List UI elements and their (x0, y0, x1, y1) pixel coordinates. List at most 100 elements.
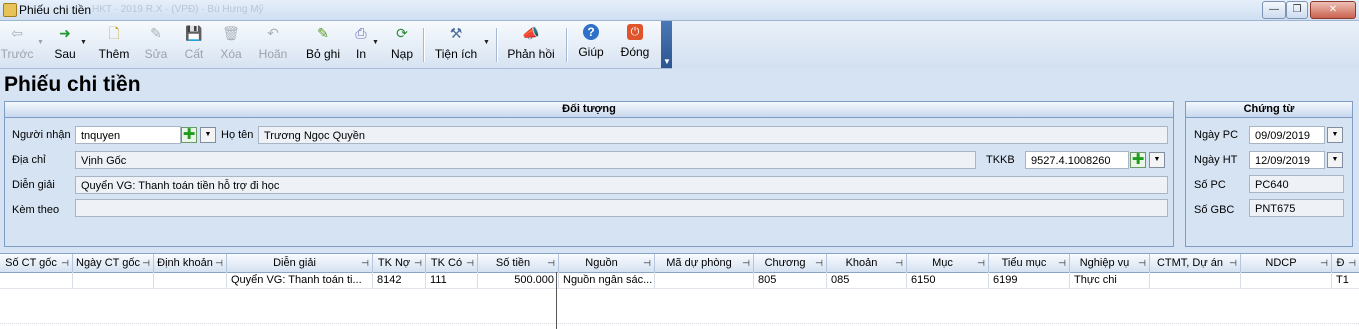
pin-icon[interactable]: ⊣ (1138, 254, 1146, 272)
pin-icon[interactable]: ⊣ (742, 254, 750, 272)
arrow-left-icon: ⇦ (11, 25, 23, 41)
grid-splitter[interactable] (556, 272, 557, 329)
table-cell[interactable] (154, 272, 227, 289)
ngay-pc-dropdown-button[interactable]: ▼ (1327, 127, 1343, 143)
so-gbc-field[interactable]: PNT675 (1249, 199, 1344, 217)
table-cell[interactable]: 085 (827, 272, 907, 289)
column-header[interactable]: TK Có ⊣ (426, 254, 478, 272)
column-header[interactable]: Nghiệp vụ ⊣ (1070, 254, 1150, 272)
table-cell[interactable]: Quyển VG: Thanh toán ti... (227, 272, 373, 289)
help-button[interactable]: ? Giúp (578, 24, 604, 66)
table-cell[interactable]: Thực chi (1070, 272, 1150, 289)
print-dropdown-arrow[interactable]: ▼ (372, 39, 379, 46)
next-dropdown-arrow[interactable]: ▼ (80, 39, 87, 46)
ngay-pc-field[interactable]: 09/09/2019 (1249, 126, 1325, 144)
column-header[interactable]: Nguồn ⊣ (559, 254, 655, 272)
arrow-right-icon: ➜ (59, 25, 71, 41)
add-button[interactable]: 🗋 Thêm (97, 24, 131, 66)
pin-icon[interactable]: ⊣ (1229, 254, 1237, 272)
maximize-button[interactable]: ❐ (1286, 1, 1308, 19)
chung-tu-group: Chứng từ Ngày PC 09/09/2019 ▼ Ngày HT 12… (1185, 101, 1353, 247)
table-cell[interactable]: Nguồn ngân sác... (559, 272, 655, 289)
table-cell[interactable] (655, 272, 754, 289)
pin-icon[interactable]: ⊣ (1058, 254, 1066, 272)
table-cell[interactable] (1150, 272, 1241, 289)
delete-button[interactable]: 🗑 Xóa (217, 24, 245, 66)
next-button[interactable]: ➜ Sau (50, 24, 80, 66)
ho-ten-field[interactable]: Trương Ngọc Quyền (258, 126, 1168, 144)
tkkb-dropdown-button[interactable]: ▼ (1149, 152, 1165, 168)
add-tkkb-plus-icon[interactable]: ✚ (1130, 152, 1146, 168)
pin-icon[interactable]: ⊣ (414, 254, 422, 272)
pin-icon[interactable]: ⊣ (643, 254, 651, 272)
dia-chi-field[interactable]: Vịnh Gốc (75, 151, 976, 169)
edit-document-icon: ✎ (150, 25, 162, 41)
column-header[interactable]: Định khoản ⊣ (154, 254, 227, 272)
edit-button[interactable]: ✎ Sửa (142, 24, 170, 66)
reload-button[interactable]: ⟳ Nạp (389, 24, 415, 66)
pin-icon[interactable]: ⊣ (977, 254, 985, 272)
column-header[interactable]: Tiểu mục ⊣ (989, 254, 1070, 272)
column-header[interactable]: Mục ⊣ (907, 254, 989, 272)
so-pc-field[interactable]: PC640 (1249, 175, 1344, 193)
column-header[interactable]: Diễn giải ⊣ (227, 254, 373, 272)
previous-button[interactable]: ⇦ Trước (0, 24, 34, 66)
pin-icon[interactable]: ⊣ (215, 254, 223, 272)
pin-icon[interactable]: ⊣ (1348, 254, 1356, 272)
close-window-button[interactable]: ✕ (1310, 1, 1356, 19)
pin-icon[interactable]: ⊣ (61, 254, 69, 272)
column-header[interactable]: Mã dự phòng ⊣ (655, 254, 754, 272)
column-header[interactable]: TK Nợ ⊣ (373, 254, 426, 272)
table-cell[interactable] (0, 272, 73, 289)
pin-icon[interactable]: ⊣ (1320, 254, 1328, 272)
dien-giai-field[interactable]: Quyển VG: Thanh toán tiền hỗ trợ đi học (75, 176, 1168, 194)
pin-icon[interactable]: ⊣ (361, 254, 369, 272)
column-header-label: Tiểu mục (1001, 257, 1047, 269)
empty-row[interactable] (0, 306, 1359, 324)
table-cell[interactable] (73, 272, 154, 289)
column-header[interactable]: Khoản ⊣ (827, 254, 907, 272)
table-cell[interactable]: 805 (754, 272, 827, 289)
pin-icon[interactable]: ⊣ (815, 254, 823, 272)
table-cell[interactable]: 6150 (907, 272, 989, 289)
column-header[interactable]: CTMT, Dự án ⊣ (1150, 254, 1241, 272)
column-header[interactable]: Số CT gốc ⊣ (0, 254, 73, 272)
recipient-dropdown-button[interactable]: ▼ (200, 127, 216, 143)
pin-icon[interactable]: ⊣ (142, 254, 150, 272)
kem-theo-field[interactable] (75, 199, 1168, 217)
ngay-ht-field[interactable]: 12/09/2019 (1249, 151, 1325, 169)
tkkb-field[interactable]: 9527.4.1008260 (1025, 151, 1129, 169)
toolbar-overflow[interactable]: ▼ (661, 21, 672, 68)
utilities-button[interactable]: ⚒ Tiện ích (433, 24, 479, 66)
ngay-pc-label: Ngày PC (1194, 129, 1239, 141)
unpost-button[interactable]: ✎ Bỏ ghi (304, 24, 342, 66)
so-pc-label: Số PC (1194, 179, 1226, 191)
table-cell[interactable]: 500.000 (478, 272, 559, 289)
pin-icon[interactable]: ⊣ (547, 254, 555, 272)
pin-icon[interactable]: ⊣ (895, 254, 903, 272)
column-header[interactable]: Chương ⊣ (754, 254, 827, 272)
unpost-icon: ✎ (317, 25, 329, 41)
column-header[interactable]: Số tiền ⊣ (478, 254, 559, 272)
add-recipient-plus-icon[interactable]: ✚ (181, 127, 197, 143)
nguoi-nhan-field[interactable]: tnquyen (75, 126, 181, 144)
ngay-ht-dropdown-button[interactable]: ▼ (1327, 152, 1343, 168)
previous-dropdown-arrow[interactable]: ▼ (37, 39, 44, 46)
table-cell[interactable] (1241, 272, 1332, 289)
print-button[interactable]: ⎙ In (352, 24, 370, 66)
table-cell[interactable]: 6199 (989, 272, 1070, 289)
close-form-button[interactable]: ⏻ Đóng (619, 24, 651, 66)
column-header[interactable]: Đ ⊣ (1332, 254, 1359, 272)
feedback-button[interactable]: 📣 Phản hồi (506, 24, 556, 66)
column-header[interactable]: Ngày CT gốc ⊣ (73, 254, 154, 272)
table-cell[interactable]: 111 (426, 272, 478, 289)
table-cell[interactable]: T1 (1332, 272, 1359, 289)
ho-ten-label: Họ tên (221, 129, 254, 141)
undo-button[interactable]: ↶ Hoãn (256, 24, 290, 66)
column-header[interactable]: NDCP ⊣ (1241, 254, 1332, 272)
table-cell[interactable]: 8142 (373, 272, 426, 289)
minimize-button[interactable]: — (1262, 1, 1286, 19)
utilities-dropdown-arrow[interactable]: ▼ (483, 39, 490, 46)
save-button[interactable]: 💾 Cất (181, 24, 207, 66)
pin-icon[interactable]: ⊣ (466, 254, 474, 272)
